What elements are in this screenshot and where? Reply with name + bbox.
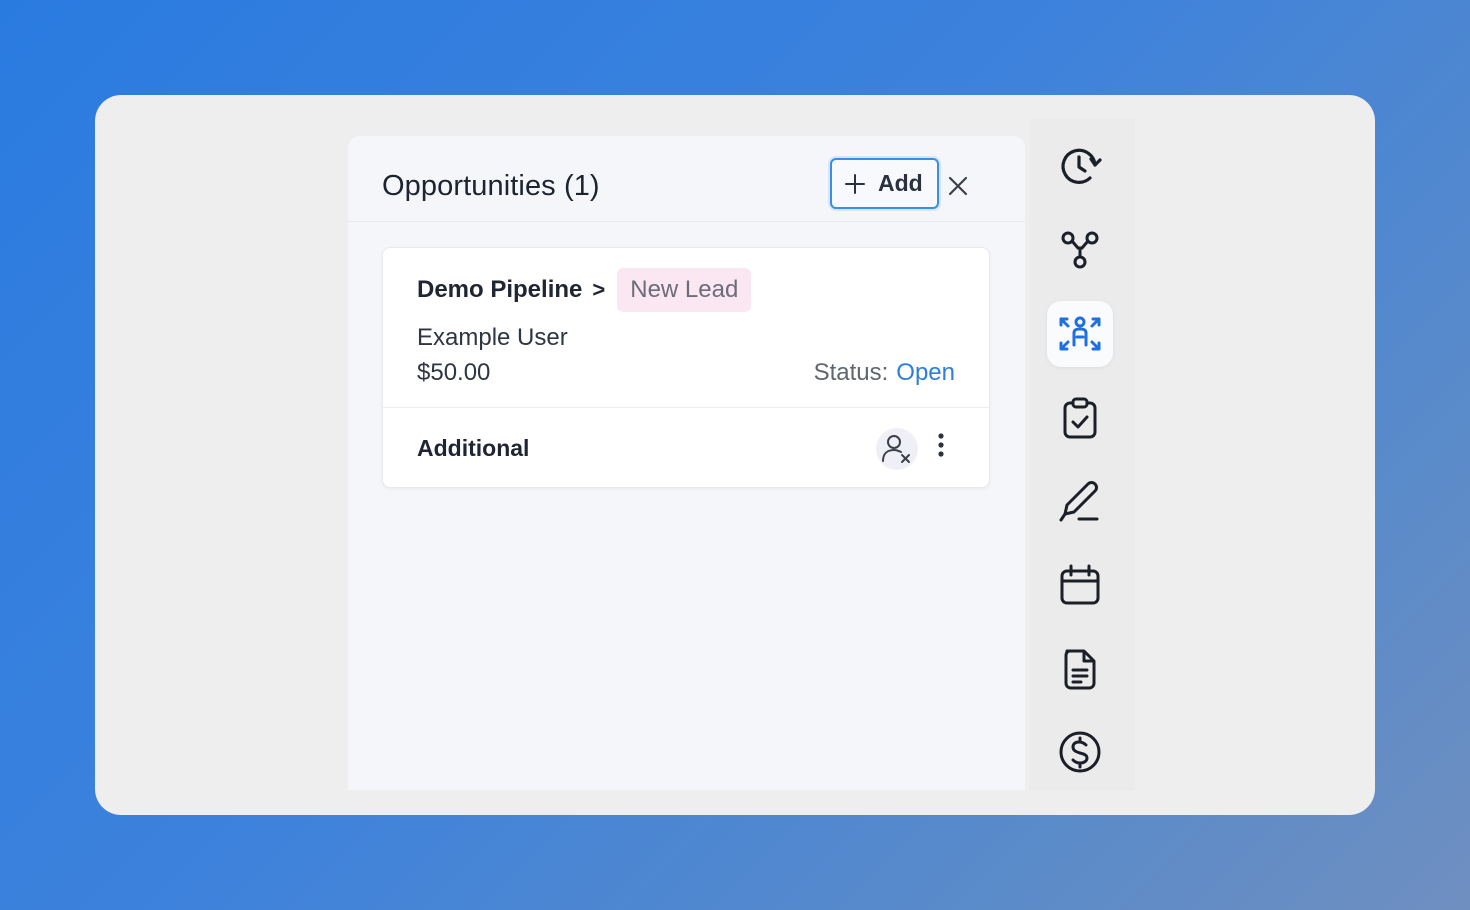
rail-item-history[interactable] xyxy=(1047,134,1113,200)
panel-title: Opportunities (1) xyxy=(382,170,600,202)
stage-badge: New Lead xyxy=(617,268,752,312)
contact-name: Example User xyxy=(417,324,568,351)
rail-item-opportunities[interactable] xyxy=(1047,301,1113,367)
plus-icon xyxy=(845,173,865,194)
breadcrumb-separator: > xyxy=(592,277,606,302)
opportunity-summary: Demo Pipeline > New Lead Example User $5… xyxy=(383,248,989,408)
panel-header: Opportunities (1) Add xyxy=(348,136,1025,222)
history-icon xyxy=(1061,148,1102,184)
rail-item-calendar[interactable] xyxy=(1047,552,1113,618)
tasks-icon xyxy=(1063,397,1097,439)
rail-item-workflow[interactable] xyxy=(1047,217,1113,283)
pipeline-name: Demo Pipeline xyxy=(417,276,583,303)
rail-item-documents[interactable] xyxy=(1047,636,1113,702)
documents-icon xyxy=(1064,649,1096,690)
opportunity-status: Status: Open xyxy=(814,359,955,387)
rail-item-notes[interactable] xyxy=(1047,468,1113,534)
right-icon-rail xyxy=(1030,119,1135,791)
more-options-icon[interactable] xyxy=(931,430,951,462)
additional-label: Additional xyxy=(417,435,530,461)
payments-icon xyxy=(1059,731,1101,773)
app-frame: Opportunities (1) Add Demo Pipeline > Ne… xyxy=(95,95,1375,815)
status-value: Open xyxy=(896,359,955,386)
opportunity-amount: $50.00 xyxy=(417,359,491,386)
opportunities-icon xyxy=(1059,316,1101,351)
calendar-icon xyxy=(1060,564,1100,605)
workflow-icon xyxy=(1061,231,1099,269)
close-icon[interactable] xyxy=(946,174,970,198)
rail-item-payments[interactable] xyxy=(1047,719,1113,785)
status-label: Status: xyxy=(813,359,889,386)
user-remove-icon xyxy=(882,435,910,463)
opportunity-card[interactable]: Demo Pipeline > New Lead Example User $5… xyxy=(382,247,990,488)
notes-icon xyxy=(1059,481,1099,522)
add-button-label: Add xyxy=(878,170,923,196)
pipeline-breadcrumb: Demo Pipeline > New Lead xyxy=(417,268,752,312)
rail-item-tasks[interactable] xyxy=(1047,385,1113,451)
unassigned-user-button[interactable] xyxy=(876,428,918,470)
add-opportunity-button[interactable]: Add xyxy=(830,158,939,209)
opportunity-footer: Additional xyxy=(383,408,989,488)
opportunities-panel: Opportunities (1) Add Demo Pipeline > Ne… xyxy=(348,136,1025,790)
